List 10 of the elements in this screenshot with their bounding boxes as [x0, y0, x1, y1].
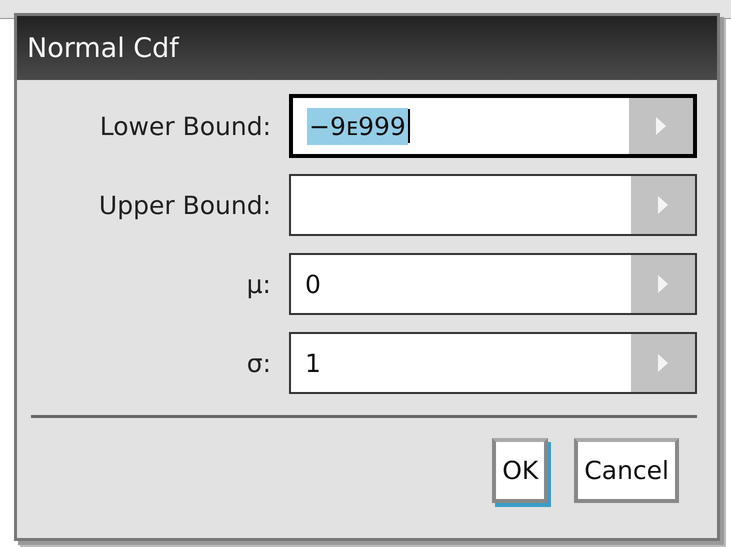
input-field[interactable]: 1	[289, 332, 697, 394]
field-label: Lower Bound:	[98, 112, 272, 140]
field-label: Upper Bound:	[98, 190, 272, 220]
field-label: σ:	[246, 348, 272, 378]
dialog-title: Normal Cdf	[27, 32, 179, 64]
field-label: μ:	[246, 270, 272, 298]
dialog-button[interactable]: Cancel	[574, 438, 679, 503]
input-field[interactable]	[289, 174, 697, 236]
input-field[interactable]: 0	[289, 253, 697, 315]
input-field[interactable]: −9ᴇ999	[289, 94, 697, 158]
